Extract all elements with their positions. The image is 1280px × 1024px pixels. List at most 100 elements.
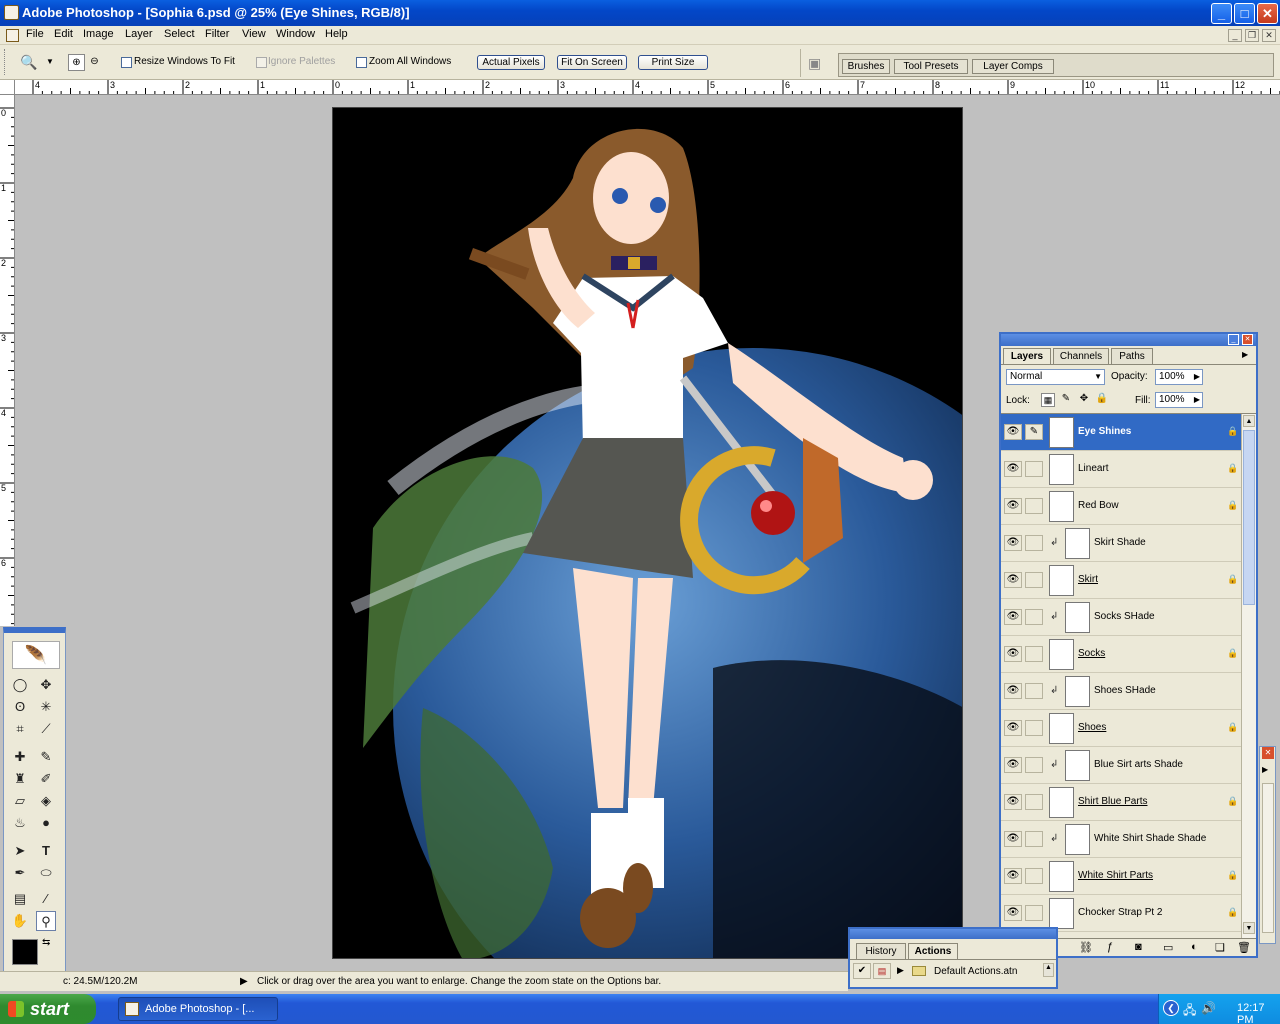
network-icon[interactable]: 🖧 — [1183, 1001, 1196, 1022]
doc-restore-icon[interactable]: ❐ — [1245, 29, 1259, 42]
eye-icon[interactable]: 👁 — [1004, 609, 1022, 625]
ruler-origin[interactable] — [0, 80, 15, 95]
crop-tool-icon[interactable]: ⌗ — [10, 719, 30, 739]
palette-close-icon[interactable]: ✕ — [1262, 747, 1274, 759]
feather-icon[interactable]: 🪶 — [12, 641, 60, 669]
menu-layer[interactable]: Layer — [125, 28, 153, 40]
palette-menu-icon[interactable]: ▶ — [1262, 765, 1268, 774]
actual-pixels-button[interactable]: Actual Pixels — [477, 55, 545, 70]
tray-expand-icon[interactable]: ❮ — [1163, 1000, 1179, 1016]
eye-icon[interactable]: 👁 — [1004, 498, 1022, 514]
fill-slider-icon[interactable]: ▶ — [1194, 393, 1200, 407]
document-icon[interactable] — [6, 29, 19, 42]
layer-link-box[interactable] — [1025, 683, 1043, 699]
expand-triangle-icon[interactable]: ▶ — [897, 965, 904, 976]
new-group-icon[interactable]: ▭ — [1163, 941, 1173, 954]
opacity-slider-icon[interactable]: ▶ — [1194, 370, 1200, 384]
zoom-all-windows-checkbox[interactable] — [356, 57, 367, 68]
scroll-down-icon[interactable]: ▼ — [1243, 922, 1255, 934]
ignore-palettes-checkbox[interactable] — [256, 57, 267, 68]
eraser-tool-icon[interactable]: ▱ — [10, 791, 30, 811]
paint-bucket-icon[interactable]: ◈ — [36, 791, 56, 811]
fit-on-screen-button[interactable]: Fit On Screen — [557, 55, 627, 70]
brush-tool-icon[interactable]: ✎ — [36, 747, 56, 767]
eye-icon[interactable]: 👁 — [1004, 461, 1022, 477]
eye-icon[interactable]: 👁 — [1004, 868, 1022, 884]
layer-row[interactable]: 👁 Socks 🔒 — [1001, 636, 1241, 673]
zoom-out-icon[interactable]: ⊖ — [86, 54, 103, 71]
blur-tool-icon[interactable]: ♨ — [10, 813, 30, 833]
layer-name[interactable]: Shirt Blue Parts — [1078, 796, 1147, 807]
magic-wand-icon[interactable]: ✳ — [36, 697, 56, 717]
zoom-tool-preset-icon[interactable]: 🔍 — [20, 54, 37, 71]
notes-tool-icon[interactable]: ▤ — [10, 889, 30, 909]
eye-icon[interactable]: 👁 — [1004, 646, 1022, 662]
status-menu-arrow-icon[interactable]: ▶ — [240, 976, 248, 987]
lock-transparency-icon[interactable]: ▦ — [1041, 393, 1055, 407]
close-button[interactable]: ✕ — [1257, 3, 1278, 24]
tool-preset-picker-icon[interactable]: ▣ — [808, 55, 821, 72]
tab-actions[interactable]: Actions — [908, 943, 958, 959]
menu-select[interactable]: Select — [164, 28, 195, 40]
new-layer-icon[interactable]: ❏ — [1215, 941, 1225, 954]
taskbar-item-photoshop[interactable]: Adobe Photoshop - [... — [118, 997, 278, 1021]
minimize-button[interactable]: _ — [1211, 3, 1232, 24]
lock-pixels-icon[interactable]: ✎ — [1059, 393, 1073, 407]
layer-style-icon[interactable]: ƒ — [1107, 941, 1113, 953]
tab-paths[interactable]: Paths — [1111, 348, 1153, 364]
menu-image[interactable]: Image — [83, 28, 114, 40]
resize-windows-checkbox[interactable] — [121, 57, 132, 68]
layer-name[interactable]: White Shirt Shade Shade — [1094, 833, 1206, 844]
volume-icon[interactable]: 🔊 — [1201, 1001, 1216, 1015]
eye-icon[interactable]: 👁 — [1004, 683, 1022, 699]
start-button[interactable]: start — [0, 994, 96, 1024]
layer-link-box[interactable] — [1025, 572, 1043, 588]
doc-minimize-icon[interactable]: _ — [1228, 29, 1242, 42]
brush-link-icon[interactable]: ✎ — [1025, 424, 1043, 440]
layer-row[interactable]: 👁 Red Bow 🔒 — [1001, 488, 1241, 525]
layer-name[interactable]: Socks — [1078, 648, 1105, 659]
eye-icon[interactable]: 👁 — [1004, 794, 1022, 810]
layer-row[interactable]: 👁 Shoes 🔒 — [1001, 710, 1241, 747]
swap-colors-icon[interactable]: ⇆ — [42, 937, 50, 948]
tab-history[interactable]: History — [856, 943, 906, 959]
layer-name[interactable]: Blue Sirt arts Shade — [1094, 759, 1183, 770]
layer-name[interactable]: Skirt — [1078, 574, 1098, 585]
layer-link-box[interactable] — [1025, 461, 1043, 477]
layer-name[interactable]: Shoes — [1078, 722, 1106, 733]
tab-layers[interactable]: Layers — [1003, 348, 1051, 364]
maximize-button[interactable]: □ — [1234, 3, 1255, 24]
palette-scrollbar[interactable] — [1262, 783, 1274, 933]
eye-icon[interactable]: 👁 — [1004, 424, 1022, 440]
menu-view[interactable]: View — [242, 28, 266, 40]
action-set-name[interactable]: Default Actions.atn — [934, 966, 1017, 977]
chevron-down-icon[interactable]: ▼ — [46, 57, 54, 66]
chevron-down-icon[interactable]: ▼ — [1094, 370, 1102, 384]
menu-filter[interactable]: Filter — [205, 28, 229, 40]
eye-icon[interactable]: 👁 — [1004, 720, 1022, 736]
layer-name[interactable]: White Shirt Parts — [1078, 870, 1153, 881]
layer-name[interactable]: Socks SHade — [1094, 611, 1155, 622]
type-tool-icon[interactable]: T — [36, 841, 56, 861]
tab-channels[interactable]: Channels — [1053, 348, 1109, 364]
layer-link-box[interactable] — [1025, 498, 1043, 514]
history-brush-icon[interactable]: ✐ — [36, 769, 56, 789]
check-icon[interactable]: ✔ — [853, 963, 871, 979]
layer-link-box[interactable] — [1025, 720, 1043, 736]
fill-field[interactable]: 100% ▶ — [1155, 392, 1203, 408]
palette-menu-icon[interactable]: ▶ — [1242, 350, 1248, 359]
layer-row[interactable]: 👁 White Shirt Parts 🔒 — [1001, 858, 1241, 895]
eyedropper-icon[interactable]: ⁄ — [36, 889, 56, 909]
scroll-up-icon[interactable]: ▲ — [1243, 415, 1255, 427]
doc-close-icon[interactable]: ✕ — [1262, 29, 1276, 42]
layer-row[interactable]: 👁 ↲ White Shirt Shade Shade — [1001, 821, 1241, 858]
layer-mask-icon[interactable]: ◙ — [1135, 941, 1142, 953]
layer-row[interactable]: 👁 ↲ Skirt Shade — [1001, 525, 1241, 562]
layer-link-box[interactable] — [1025, 868, 1043, 884]
layer-link-box[interactable] — [1025, 794, 1043, 810]
layer-link-box[interactable] — [1025, 535, 1043, 551]
lasso-tool-icon[interactable]: ʘ — [10, 697, 30, 717]
link-layers-icon[interactable]: ⛓ — [1079, 941, 1093, 954]
layer-row[interactable]: 👁 ↲ Socks SHade — [1001, 599, 1241, 636]
layer-name[interactable]: Skirt Shade — [1094, 537, 1146, 548]
